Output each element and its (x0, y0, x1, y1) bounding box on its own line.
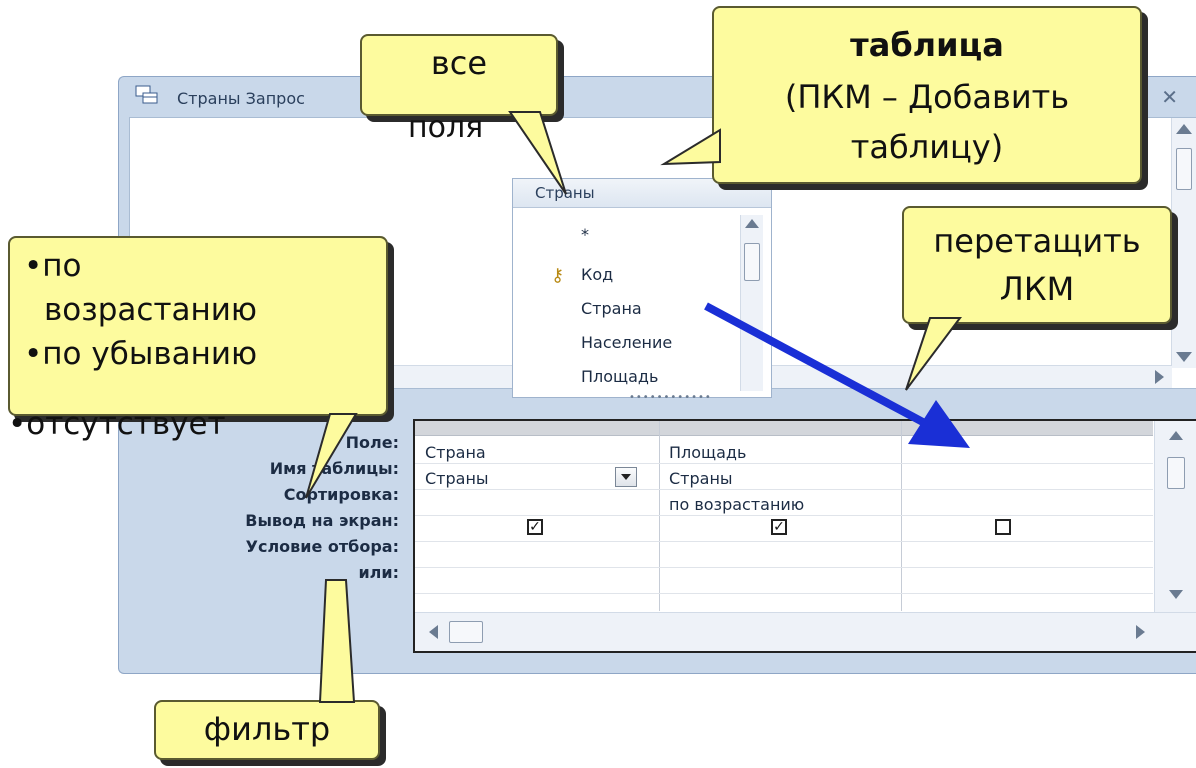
drag-arrow-line (704, 302, 936, 432)
callout-table-pointer (660, 128, 721, 166)
drag-arrow-head-icon (908, 400, 970, 448)
callout-sort-pointer (305, 413, 358, 499)
annotation-overlay (305, 111, 970, 703)
callout-drag-pointer (905, 317, 962, 391)
callout-filter-pointer (318, 579, 356, 703)
callout-all-fields-pointer (508, 111, 567, 195)
